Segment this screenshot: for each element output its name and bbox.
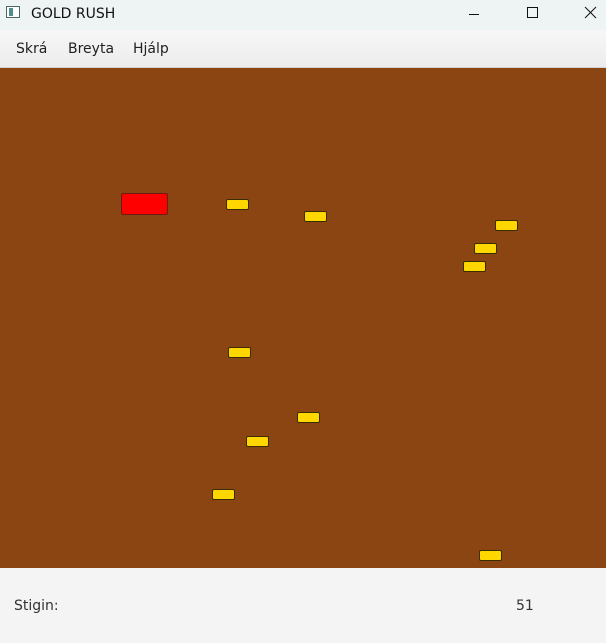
menu-bar: Skrá Breyta Hjálp xyxy=(0,30,606,68)
maximize-button[interactable] xyxy=(503,0,561,30)
gold-bar xyxy=(474,243,497,254)
app-icon xyxy=(6,6,20,18)
window-title: GOLD RUSH xyxy=(31,6,116,22)
gold-bar xyxy=(495,220,518,231)
gold-bar xyxy=(226,199,249,210)
status-bar: Stigin: 51 xyxy=(0,568,606,643)
close-icon xyxy=(584,6,597,19)
gold-bar xyxy=(246,436,269,447)
score-label: Stigin: xyxy=(14,598,59,614)
gold-bar xyxy=(479,550,502,561)
minimize-icon xyxy=(469,14,479,15)
score-value: 51 xyxy=(516,598,534,614)
gold-bar xyxy=(297,412,320,423)
gold-bar xyxy=(212,489,235,500)
menu-file[interactable]: Skrá xyxy=(16,40,47,58)
gold-bar xyxy=(228,347,251,358)
game-area[interactable] xyxy=(0,68,606,568)
menu-edit[interactable]: Breyta xyxy=(68,40,114,58)
gold-bar xyxy=(463,261,486,272)
menu-help[interactable]: Hjálp xyxy=(133,40,169,58)
maximize-icon xyxy=(527,7,538,18)
close-button[interactable] xyxy=(560,0,606,30)
minimize-button[interactable] xyxy=(446,0,504,30)
title-bar: GOLD RUSH xyxy=(0,0,606,30)
gold-bar xyxy=(304,211,327,222)
player-block xyxy=(121,193,168,215)
